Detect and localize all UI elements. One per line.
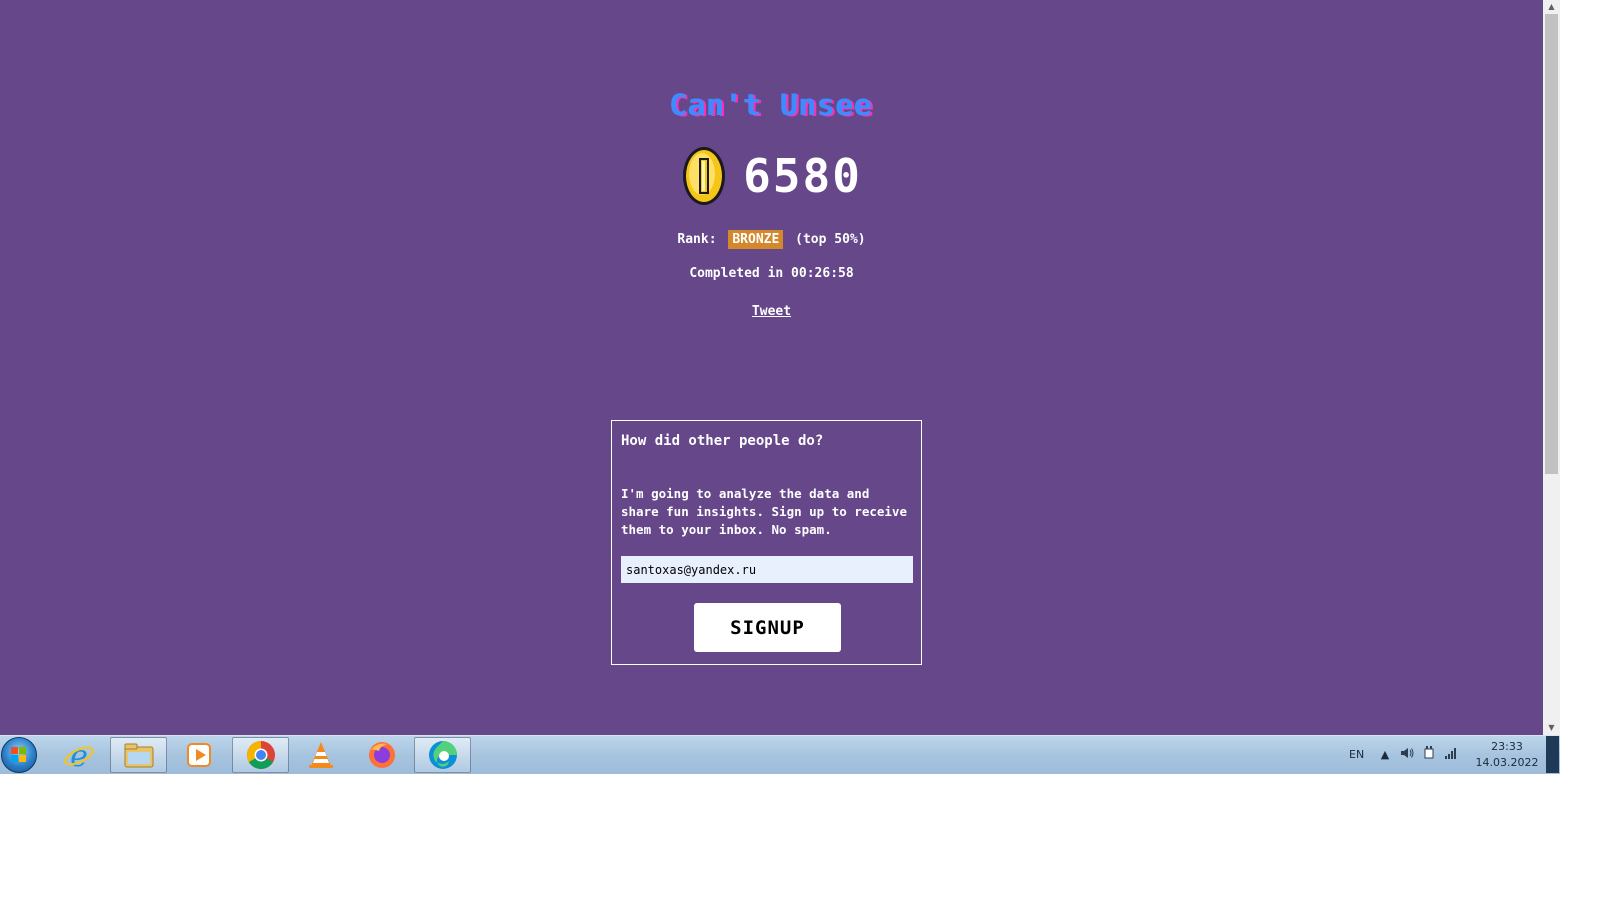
- volume-icon[interactable]: [1400, 747, 1414, 762]
- media-player-icon: [186, 743, 211, 767]
- tweet-row: Tweet: [0, 304, 1543, 319]
- taskbar-internet-explorer[interactable]: e: [50, 737, 107, 773]
- taskbar-firefox[interactable]: [353, 737, 410, 773]
- taskbar-vlc[interactable]: [292, 737, 349, 773]
- scroll-up-arrow-icon[interactable]: ▲: [1543, 0, 1560, 14]
- signup-panel: How did other people do? I'm going to an…: [611, 420, 922, 665]
- firefox-icon: [368, 742, 395, 768]
- clock-date: 14.03.2022: [1475, 756, 1539, 769]
- taskbar-chrome[interactable]: [232, 737, 289, 773]
- power-plug-icon[interactable]: [1422, 746, 1436, 763]
- taskbar-edge[interactable]: [414, 737, 471, 773]
- scroll-thumb[interactable]: [1545, 14, 1558, 474]
- scroll-down-arrow-icon[interactable]: ▼: [1543, 721, 1560, 735]
- network-signal-icon[interactable]: [1444, 747, 1458, 762]
- completion-time: Completed in 00:26:58: [689, 266, 854, 281]
- clock-time: 23:33: [1491, 740, 1523, 753]
- system-tray: ▲: [1378, 736, 1458, 773]
- show-hidden-icons-chevron-icon[interactable]: ▲: [1378, 748, 1392, 761]
- rank-badge: BRONZE: [728, 230, 784, 249]
- signup-description: I'm going to analyze the data and share …: [621, 486, 907, 537]
- language-indicator[interactable]: EN: [1349, 736, 1364, 773]
- taskbar: e EN ▲ 23:33 14.03.2022: [0, 735, 1560, 774]
- signup-button[interactable]: SIGNUP: [694, 603, 841, 652]
- start-button[interactable]: [1, 737, 37, 773]
- taskbar-media-player[interactable]: [170, 737, 227, 773]
- game-title: Can't Unsee: [669, 88, 874, 122]
- score-value: 6580: [743, 149, 862, 203]
- show-desktop-button[interactable]: [1546, 736, 1559, 773]
- file-explorer-icon: [124, 743, 153, 768]
- coin-icon: [683, 147, 726, 205]
- system-clock[interactable]: 23:33 14.03.2022: [1475, 739, 1539, 771]
- email-field[interactable]: [621, 556, 913, 583]
- svg-text:e: e: [70, 739, 88, 771]
- internet-explorer-icon: e: [63, 739, 94, 771]
- score-row: 6580: [0, 144, 1543, 208]
- tweet-link[interactable]: Tweet: [752, 304, 791, 319]
- rank-row: Rank: BRONZE (top 50%): [0, 230, 1543, 250]
- vlc-icon: [308, 742, 333, 768]
- rank-label: Rank:: [677, 232, 717, 247]
- browser-viewport: Can't Unsee 6580 Rank: BRONZE (top 50%) …: [0, 0, 1543, 735]
- rank-percentile: (top 50%): [795, 232, 866, 247]
- signup-heading: How did other people do?: [621, 433, 824, 449]
- vertical-scrollbar[interactable]: ▲ ▼: [1543, 0, 1560, 735]
- chrome-icon: [246, 741, 275, 769]
- windows-logo-icon: [11, 747, 26, 762]
- edge-icon: [428, 741, 457, 769]
- taskbar-file-explorer[interactable]: [110, 737, 167, 773]
